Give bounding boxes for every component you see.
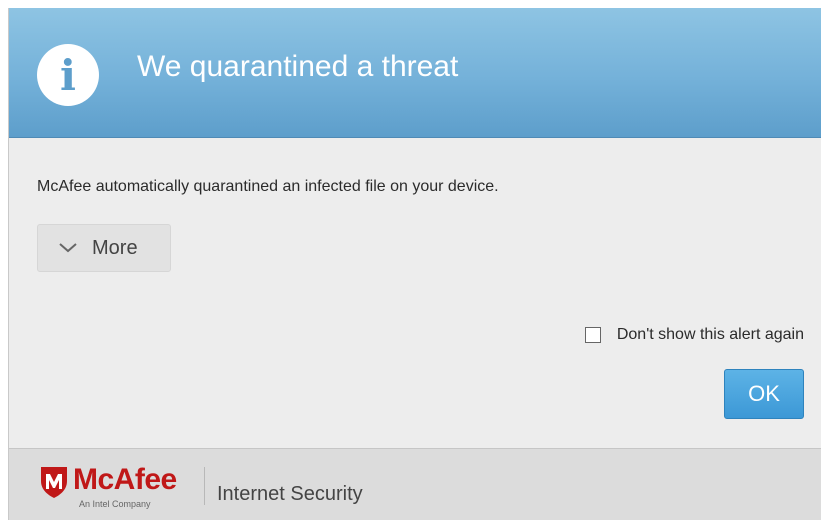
chevron-down-icon	[59, 243, 77, 253]
dont-show-again-checkbox[interactable]	[584, 327, 601, 343]
mcafee-shield-icon	[41, 467, 67, 498]
alert-dialog: i We quarantined a threat McAfee automat…	[8, 8, 821, 520]
footer-divider	[204, 467, 205, 505]
more-button[interactable]: More	[37, 224, 171, 272]
info-icon: i	[37, 44, 99, 106]
dont-show-again-label: Don't show this alert again	[616, 326, 804, 343]
mcafee-logo: McAfee An Intel Company	[39, 463, 199, 511]
dialog-title: We quarantined a threat	[137, 50, 459, 83]
info-glyph: i	[60, 51, 76, 100]
dialog-footer: McAfee An Intel Company Internet Securit…	[9, 448, 821, 520]
brand-name: McAfee	[73, 463, 177, 496]
more-button-label: More	[92, 236, 138, 259]
dont-show-again-option[interactable]: Don't show this alert again	[584, 326, 804, 344]
alert-message: McAfee automatically quarantined an infe…	[37, 178, 499, 195]
ok-button[interactable]: OK	[724, 369, 804, 419]
brand-tagline: An Intel Company	[79, 499, 151, 509]
dialog-header: i We quarantined a threat	[9, 8, 821, 138]
product-name: Internet Security	[217, 483, 363, 505]
